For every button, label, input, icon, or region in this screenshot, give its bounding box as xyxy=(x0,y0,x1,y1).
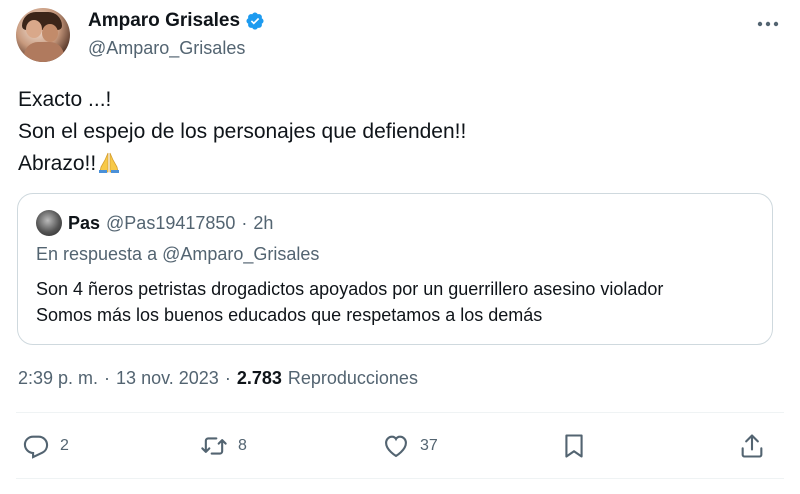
separator-dot: · xyxy=(104,368,111,388)
tweet-time[interactable]: 2:39 p. m. xyxy=(18,368,98,389)
share-button[interactable] xyxy=(738,424,766,468)
reply-icon xyxy=(23,435,49,459)
tweet-line: Abrazo!! xyxy=(18,148,466,180)
tweet-text: Exacto ...! Son el espejo de los persona… xyxy=(18,84,466,180)
author-handle[interactable]: @Amparo_Grisales xyxy=(88,38,245,59)
quoted-tweet-line: Somos más los buenos educados que respet… xyxy=(36,305,543,325)
quoted-tweet-line: Son 4 ñeros petristas drogadictos apoyad… xyxy=(36,279,664,299)
tweet-header: Amparo Grisales @Amparo_Grisales xyxy=(16,8,784,64)
author-avatar[interactable] xyxy=(16,8,70,62)
author-name-row: Amparo Grisales xyxy=(88,10,265,32)
quoted-tweet-header: Pas @Pas19417850 · 2h xyxy=(36,210,273,236)
like-button[interactable]: 37 xyxy=(382,424,438,468)
folded-hands-icon xyxy=(99,152,120,173)
action-bar: 2 8 37 xyxy=(18,424,768,468)
heart-icon xyxy=(385,435,407,458)
bookmark-button[interactable] xyxy=(560,424,588,468)
quoted-tweet-time: 2h xyxy=(253,212,274,233)
author-name[interactable]: Amparo Grisales xyxy=(88,10,240,32)
retweet-count: 8 xyxy=(238,437,247,454)
divider xyxy=(16,478,784,479)
tweet-line: Son el espejo de los personajes que defi… xyxy=(18,120,467,143)
quoted-author-handle: @Pas19417850 xyxy=(106,212,236,233)
quoted-author-name: Pas xyxy=(68,212,101,233)
separator-dot: · xyxy=(224,368,231,388)
separator-dot: · xyxy=(241,212,248,233)
quoted-tweet[interactable]: Pas @Pas19417850 · 2h En respuesta a @Am… xyxy=(17,193,773,345)
views-label: Reproducciones xyxy=(287,368,418,388)
quoted-author-avatar xyxy=(36,210,62,236)
divider xyxy=(16,412,784,413)
reply-context: En respuesta a @Amparo_Grisales xyxy=(36,244,320,264)
reply-count: 2 xyxy=(60,437,69,454)
bookmark-icon xyxy=(565,434,583,458)
verified-badge-icon xyxy=(246,12,264,30)
tweet-line-text: Abrazo!! xyxy=(18,152,97,175)
reply-button[interactable]: 2 xyxy=(22,424,69,468)
quoted-tweet-text: Son 4 ñeros petristas drogadictos apoyad… xyxy=(36,276,663,328)
share-icon xyxy=(741,434,763,458)
tweet-meta: 2:39 p. m. · 13 nov. 2023 · 2.783 Reprod… xyxy=(18,368,418,389)
retweet-icon xyxy=(201,437,227,455)
tweet-date[interactable]: 13 nov. 2023 xyxy=(116,368,219,389)
tweet-line: Exacto ...! xyxy=(18,88,112,111)
like-count: 37 xyxy=(420,437,438,454)
retweet-button[interactable]: 8 xyxy=(200,424,247,468)
views-count: 2.783 xyxy=(236,368,282,388)
more-options-icon[interactable] xyxy=(754,12,782,36)
